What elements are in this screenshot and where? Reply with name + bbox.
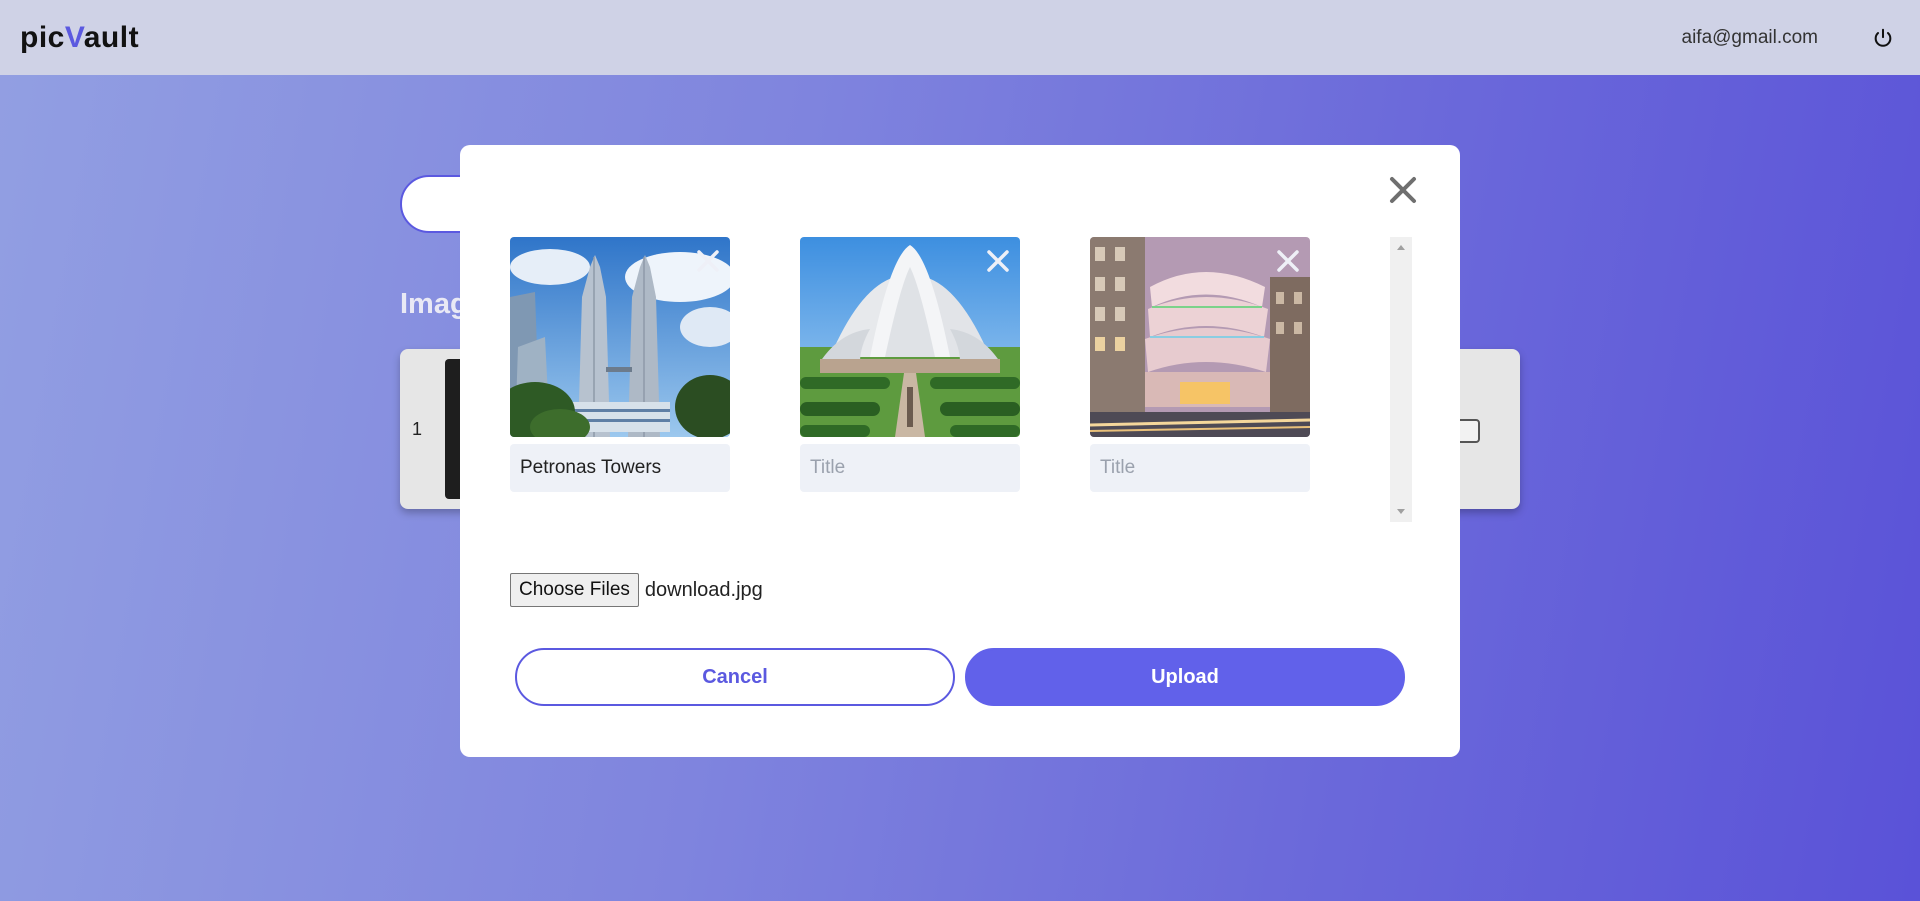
section-heading: Imag	[400, 288, 468, 320]
preview-item	[510, 237, 730, 492]
selected-file-name: download.jpg	[644, 578, 763, 601]
preview-scrollbar[interactable]	[1390, 237, 1412, 522]
image-title-input[interactable]	[1090, 444, 1310, 492]
image-preview-list	[510, 237, 1412, 522]
user-email: aifa@gmail.com	[1681, 26, 1819, 48]
upload-button[interactable]: Upload	[965, 648, 1405, 706]
preview-image	[1090, 237, 1310, 437]
remove-image-icon[interactable]	[1274, 247, 1302, 275]
top-navbar: picVault aifa@gmail.com	[0, 0, 1920, 75]
cancel-button[interactable]: Cancel	[515, 648, 955, 706]
logo-v: V	[64, 20, 84, 54]
preview-item	[800, 237, 1020, 492]
choose-files-button[interactable]: Choose Files	[510, 573, 639, 607]
upload-modal: Choose Files download.jpg Cancel Upload	[460, 145, 1460, 757]
power-icon[interactable]	[1872, 27, 1894, 49]
logo-prefix: pic	[20, 20, 65, 54]
logo-suffix: ault	[83, 20, 140, 54]
scroll-up-icon[interactable]	[1397, 245, 1405, 250]
user-area: aifa@gmail.com	[1682, 27, 1895, 49]
remove-image-icon[interactable]	[694, 247, 722, 275]
preview-image	[800, 237, 1020, 437]
image-title-input[interactable]	[800, 444, 1020, 492]
preview-image	[510, 237, 730, 437]
remove-image-icon[interactable]	[984, 247, 1012, 275]
image-title-input[interactable]	[510, 444, 730, 492]
preview-item	[1090, 237, 1310, 492]
close-icon[interactable]	[1386, 173, 1420, 207]
row-number: 1	[412, 419, 423, 439]
app-logo[interactable]: picVault	[20, 21, 139, 55]
file-picker: Choose Files download.jpg	[510, 573, 763, 607]
scroll-down-icon[interactable]	[1397, 509, 1405, 514]
modal-actions: Cancel Upload	[515, 648, 1405, 706]
